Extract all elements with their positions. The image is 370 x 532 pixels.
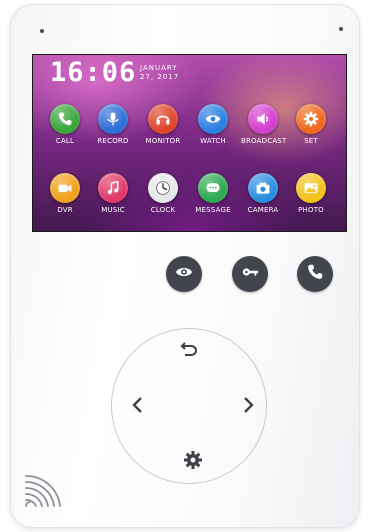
app-photo[interactable]: PHOTO — [289, 173, 333, 214]
app-music[interactable]: MUSIC — [91, 173, 135, 214]
video-camera-icon — [50, 173, 80, 203]
settings-button[interactable] — [179, 448, 207, 476]
app-watch[interactable]: WATCH — [191, 104, 235, 145]
app-call[interactable]: CALL — [43, 104, 87, 145]
chevron-left-icon — [128, 395, 148, 419]
right-button[interactable] — [234, 393, 262, 421]
app-label: WATCH — [200, 137, 226, 145]
eye-icon — [175, 263, 193, 285]
gear-icon — [296, 104, 326, 134]
app-label: MESSAGE — [195, 206, 231, 214]
photo-icon — [296, 173, 326, 203]
message-icon — [198, 173, 228, 203]
app-label: RECORD — [97, 137, 129, 145]
app-clock[interactable]: CLOCK — [141, 173, 185, 214]
date-month: JANUARY — [140, 64, 178, 72]
camera-icon — [248, 173, 278, 203]
chevron-right-icon — [238, 395, 258, 419]
unlock-button[interactable] — [232, 256, 268, 292]
gear-icon — [183, 450, 203, 474]
app-label: CALL — [55, 137, 75, 145]
app-label: MUSIC — [101, 206, 125, 214]
speaker-grille-icon — [22, 470, 62, 510]
phone-icon — [50, 104, 80, 134]
app-label: DVR — [57, 206, 73, 214]
speaker-icon — [248, 104, 278, 134]
app-label: PHOTO — [298, 206, 324, 214]
back-arrow-icon — [179, 338, 199, 362]
app-record[interactable]: RECORD — [91, 104, 135, 145]
monitor-button[interactable] — [166, 256, 202, 292]
phone-icon — [306, 263, 324, 285]
app-label: SET — [304, 137, 318, 145]
clock-icon — [148, 173, 178, 203]
back-button[interactable] — [175, 336, 203, 364]
talk-button[interactable] — [297, 256, 333, 292]
app-dvr[interactable]: DVR — [43, 173, 87, 214]
headphones-icon — [148, 104, 178, 134]
music-note-icon — [98, 173, 128, 203]
app-message[interactable]: MESSAGE — [191, 173, 235, 214]
eye-icon — [198, 104, 228, 134]
date-day: 27, 2017 — [140, 73, 180, 81]
key-icon — [241, 263, 259, 285]
microphone-icon — [98, 104, 128, 134]
sensor-dot-left — [40, 29, 44, 33]
app-monitor[interactable]: MONITOR — [141, 104, 185, 145]
app-label: CAMERA — [247, 206, 279, 214]
app-label: BROADCAST — [241, 137, 287, 145]
sensor-dot-right — [339, 27, 343, 31]
app-label: MONITOR — [145, 137, 181, 145]
display-screen: 16:06 JANUARY 27, 2017 CALL RECORD MONITOR… — [32, 54, 347, 232]
app-label: CLOCK — [150, 206, 176, 214]
left-button[interactable] — [124, 393, 152, 421]
clock-time: 16:06 — [50, 57, 137, 88]
app-camera[interactable]: CAMERA — [241, 173, 285, 214]
app-set[interactable]: SET — [289, 104, 333, 145]
app-broadcast[interactable]: BROADCAST — [241, 104, 287, 145]
